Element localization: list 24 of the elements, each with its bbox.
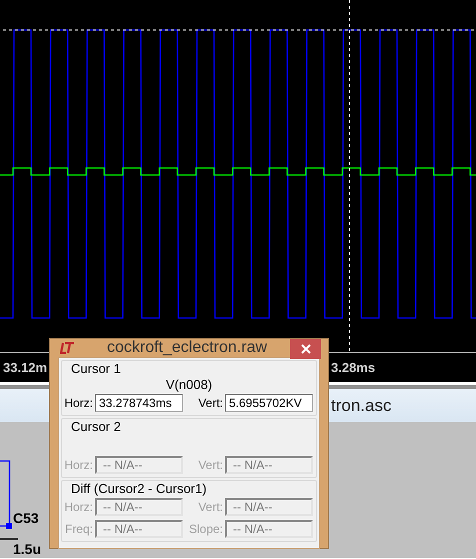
value-field[interactable]: 5.6955702KV [225,394,313,412]
field-label: Vert: [197,396,223,410]
axis-label: 3.28ms [331,360,376,375]
trace-name: V(n008) [166,377,212,392]
dialog-title: cockroft_eclectron.raw [106,339,268,357]
close-icon [300,344,310,354]
component-label: 1.5u [13,541,42,557]
field-label: Vert: [197,500,223,514]
value-field[interactable]: 33.278743ms [95,394,183,412]
component-label: C53 [13,510,39,526]
field-label: Vert: [197,458,223,472]
field-label: Horz: [63,458,93,472]
window-title: tron.asc [331,396,392,416]
logo-icon [60,342,76,354]
group-label: Cursor 1 [69,361,123,376]
field-label: Slope: [188,522,223,536]
group-label: Diff (Cursor2 - Cursor1) [69,481,209,496]
wire [0,460,10,527]
group-label: Cursor 2 [69,419,123,434]
field-label: Freq: [64,522,93,536]
axis-label: 33.12m [3,360,48,375]
field-label: Horz: [63,500,93,514]
close-button[interactable] [290,339,321,359]
field-label: Horz: [63,396,93,410]
